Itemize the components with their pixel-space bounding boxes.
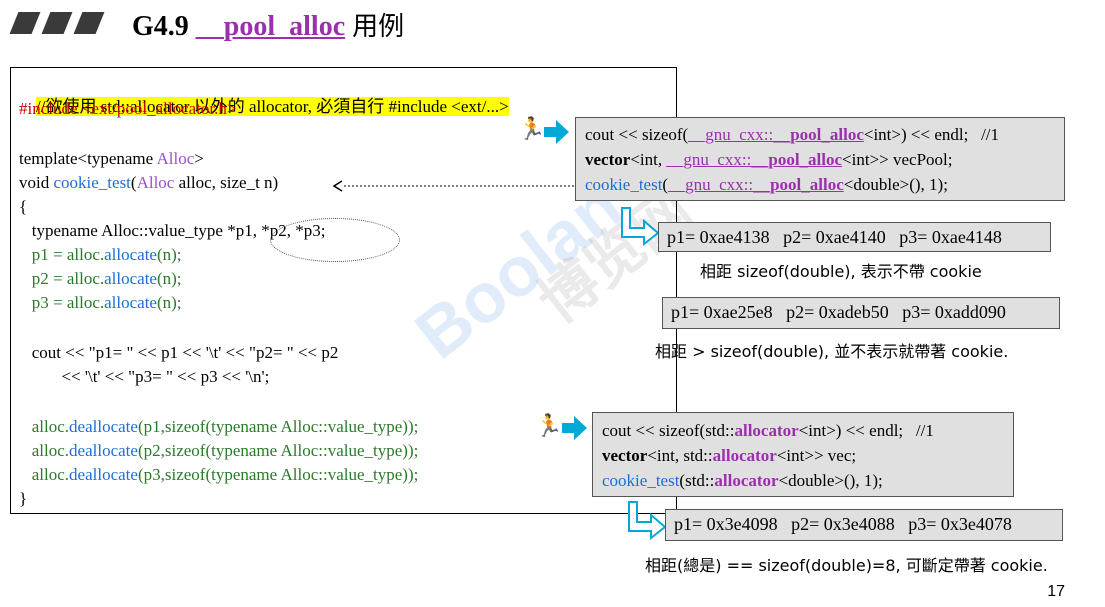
cout-line-1: cout << "p1= " << p1 << '\t' << "p2= " <…: [19, 343, 339, 362]
deallocate-p3-line: alloc.deallocate(p3,sizeof(typename Allo…: [19, 465, 419, 484]
std-result: p1= 0x3e4098 p2= 0x3e4088 p3= 0x3e4078: [665, 509, 1063, 541]
title-decoration: [8, 12, 105, 34]
pool-result-1: p1= 0xae4138 p2= 0xae4140 p3= 0xae4148: [658, 222, 1051, 252]
include-line: #include <ext/pool_allocator.h>: [19, 99, 237, 118]
bent-arrow-icon: [621, 207, 660, 246]
right-arrow-icon: [544, 120, 569, 144]
std-cookie-test-line: cookie_test(std::allocator<double>(), 1)…: [602, 471, 883, 490]
std-vector-line: vector<int, std::allocator<int>> vec;: [602, 446, 857, 465]
pointer-highlight-oval: [270, 218, 400, 262]
deallocate-p1-line: alloc.deallocate(p1,sizeof(typename Allo…: [19, 417, 419, 436]
right-arrow-icon-2: [562, 416, 587, 440]
pool-sizeof-line: cout << sizeof(__gnu_cxx::__pool_alloc<i…: [585, 125, 1000, 144]
running-man-icon-2: 🏃: [535, 414, 563, 439]
std-allocator-code-box: cout << sizeof(std::allocator<int>) << e…: [592, 412, 1014, 497]
title-suffix: 用例: [352, 12, 405, 42]
running-man-icon: 🏃: [518, 117, 546, 142]
pool-alloc-code-box: cout << sizeof(__gnu_cxx::__pool_alloc<i…: [575, 117, 1065, 201]
bent-arrow-icon-2: [628, 501, 667, 540]
function-signature-line: void cookie_test(Alloc alloc, size_t n): [19, 173, 283, 192]
allocate-p1-line: p1 = alloc.allocate(n);: [19, 245, 182, 264]
pool-vector-line: vector<int, __gnu_cxx::__pool_alloc<int>…: [585, 150, 953, 169]
open-brace: {: [19, 197, 28, 216]
allocate-p3-line: p3 = alloc.allocate(n);: [19, 293, 182, 312]
allocate-p2-line: p2 = alloc.allocate(n);: [19, 269, 182, 288]
title-prefix: G4.9: [132, 11, 189, 42]
std-note: 相距(總是) == sizeof(double)=8, 可斷定帶著 cookie…: [645, 556, 1048, 575]
std-sizeof-line: cout << sizeof(std::allocator<int>) << e…: [602, 421, 934, 440]
pool-result-2: p1= 0xae25e8 p2= 0xadeb50 p3= 0xadd090: [662, 297, 1060, 329]
close-brace: }: [19, 489, 28, 508]
template-line: template<typename Alloc>: [19, 149, 204, 168]
title-func: __pool_alloc: [195, 11, 346, 42]
cout-line-2: << '\t' << "p3= " << p3 << '\n';: [19, 367, 270, 386]
dotted-pointer-arrow: [332, 180, 578, 192]
pool-note-2: 相距 > sizeof(double), 並不表示就帶著 cookie.: [655, 342, 1009, 361]
page-title: G4.9 __pool_alloc 用例: [132, 6, 404, 43]
page-number: 17: [1047, 583, 1065, 600]
pool-note-1: 相距 sizeof(double), 表示不帶 cookie: [700, 262, 982, 281]
pool-cookie-test-line: cookie_test(__gnu_cxx::__pool_alloc<doub…: [585, 175, 948, 194]
deallocate-p2-line: alloc.deallocate(p2,sizeof(typename Allo…: [19, 441, 419, 460]
